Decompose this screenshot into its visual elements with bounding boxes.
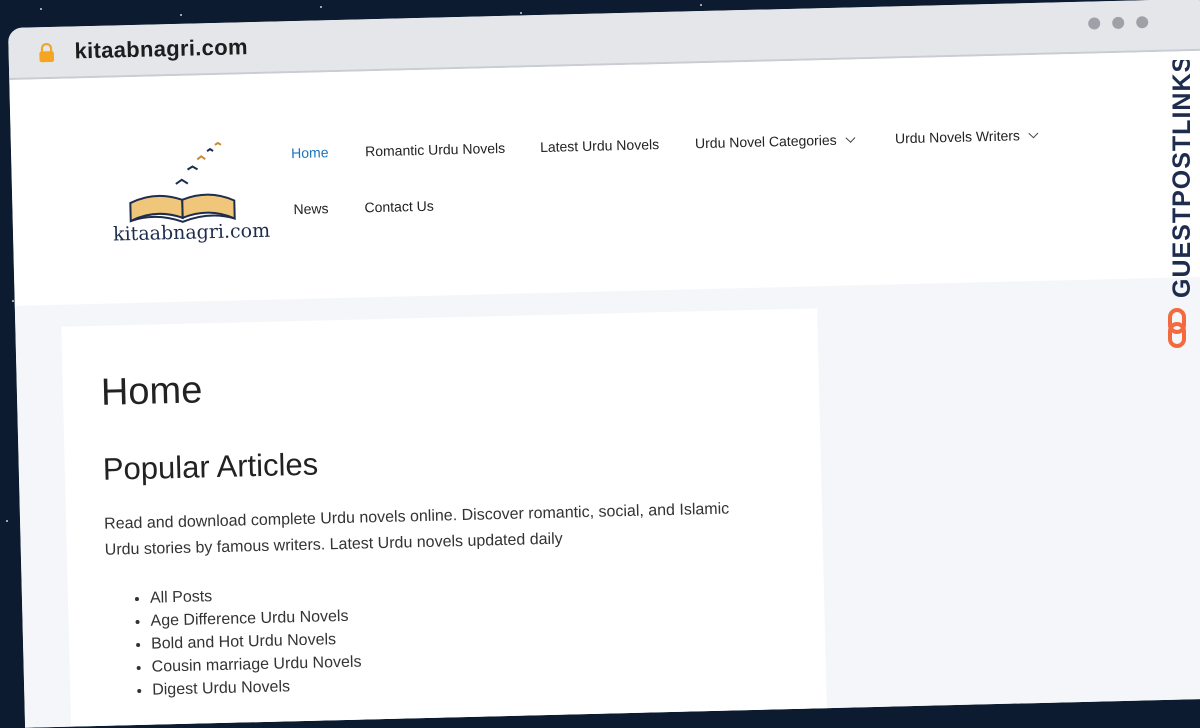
window-controls (1088, 16, 1149, 30)
list-item[interactable]: Digest Urdu Novels (152, 674, 362, 702)
guestpostlinks-watermark: GUESTPOSTLINKS (1168, 60, 1196, 348)
nav-item-news[interactable]: News (293, 200, 328, 217)
address-bar-url[interactable]: kitaabnagri.com (74, 34, 248, 64)
browser-window: kitaabnagri.com kitaabnagri.com Home Rom… (8, 0, 1200, 728)
nav-item-label: Urdu Novel Categories (694, 131, 837, 152)
nav-item-label: Urdu Novels Writers (894, 127, 1021, 147)
page-title: Home (100, 369, 203, 414)
article-card: Home Popular Articles Read and download … (61, 308, 827, 727)
lock-icon (39, 42, 55, 63)
window-control-dot[interactable] (1088, 17, 1101, 30)
chevron-down-icon (845, 133, 856, 143)
svg-text:GUESTPOSTLINKS: GUESTPOSTLINKS (1168, 60, 1196, 298)
section-title: Popular Articles (102, 446, 319, 487)
nav-item-romantic-urdu-novels[interactable]: Romantic Urdu Novels (365, 140, 505, 159)
nav-item-urdu-novel-categories[interactable]: Urdu Novel Categories (694, 131, 856, 152)
chevron-down-icon (1028, 128, 1039, 139)
main-navigation: Home Romantic Urdu Novels Latest Urdu No… (291, 126, 1091, 217)
nav-item-latest-urdu-novels[interactable]: Latest Urdu Novels (540, 136, 659, 155)
intro-paragraph: Read and download complete Urdu novels o… (103, 500, 730, 559)
nav-item-urdu-novels-writers[interactable]: Urdu Novels Writers (894, 127, 1039, 147)
site-header: kitaabnagri.com Home Romantic Urdu Novel… (9, 50, 1200, 308)
category-list: All Posts Age Difference Urdu Novels Bol… (130, 582, 363, 703)
site-logo-text[interactable]: kitaabnagri.com (113, 220, 271, 246)
window-control-dot[interactable] (1136, 16, 1149, 29)
chain-link-icon (1168, 308, 1186, 348)
nav-item-home[interactable]: Home (291, 144, 329, 161)
window-control-dot[interactable] (1112, 16, 1125, 30)
book-logo-icon[interactable] (109, 138, 261, 234)
nav-item-contact-us[interactable]: Contact Us (364, 198, 434, 216)
